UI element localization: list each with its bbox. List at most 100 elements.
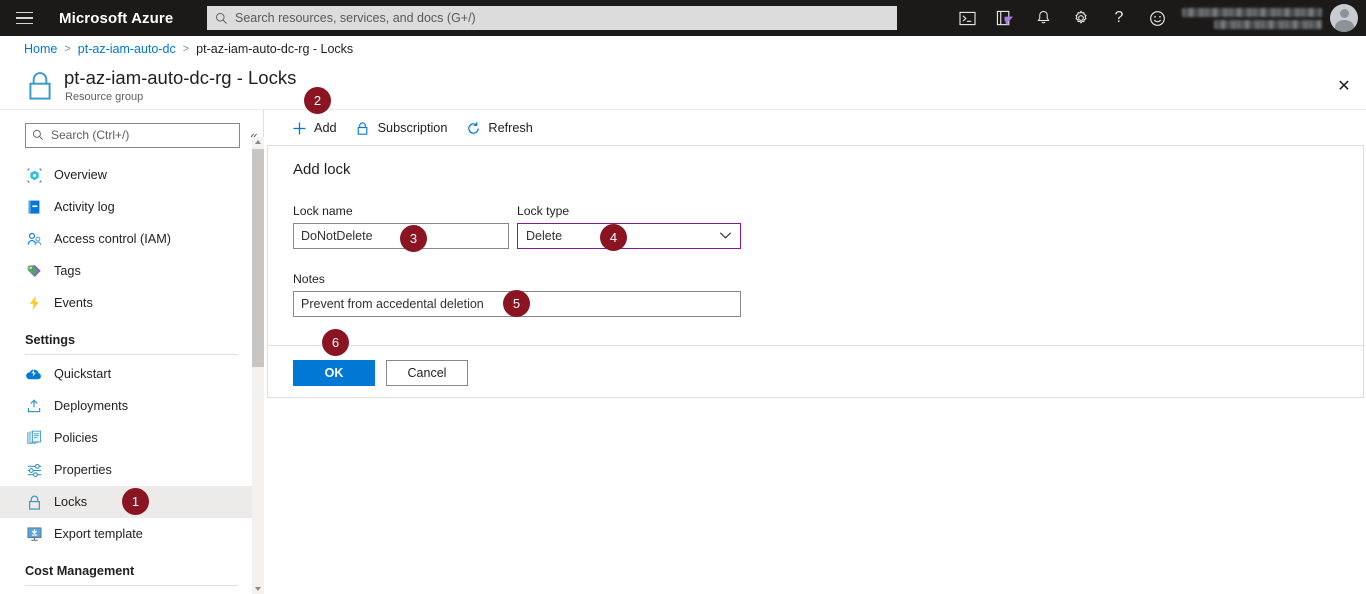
command-bar: Add Subscription Refresh xyxy=(264,110,1366,146)
breadcrumb-item-home[interactable]: Home xyxy=(24,42,57,56)
callout-badge-1: 1 xyxy=(122,488,149,515)
deployments-upload-icon xyxy=(25,397,43,415)
sidebar-item-label: Properties xyxy=(54,463,112,477)
sidebar-item-label: Access control (IAM) xyxy=(54,232,172,246)
sidebar-item-overview[interactable]: Overview xyxy=(0,159,252,191)
callout-badge-6: 6 xyxy=(322,329,349,356)
feedback-smiley-icon[interactable] xyxy=(1138,0,1176,36)
callout-badge-2: 2 xyxy=(304,87,331,114)
breadcrumb-separator: > xyxy=(182,42,190,55)
callout-badge-3: 3 xyxy=(400,225,427,252)
settings-gear-icon[interactable] xyxy=(1062,0,1100,36)
global-top-bar: Microsoft Azure Search resources, servic… xyxy=(0,0,1366,36)
tags-icon xyxy=(25,262,43,280)
sidebar-item-deployments[interactable]: Deployments xyxy=(0,390,252,422)
sidebar-search-input[interactable]: Search (Ctrl+/) xyxy=(25,122,240,148)
cancel-button[interactable]: Cancel xyxy=(386,360,468,386)
properties-sliders-icon xyxy=(25,461,43,479)
refresh-button-label: Refresh xyxy=(488,121,533,135)
activity-log-icon xyxy=(25,198,43,216)
global-search-input[interactable]: Search resources, services, and docs (G+… xyxy=(207,6,897,30)
lock-type-field-group: Lock type Delete xyxy=(517,204,741,249)
sidebar-item-label: Activity log xyxy=(54,200,115,214)
sidebar-item-properties[interactable]: Properties xyxy=(0,454,252,486)
cloud-shell-icon[interactable] xyxy=(948,0,986,36)
sidebar-search-row: Search (Ctrl+/) « xyxy=(0,122,264,148)
account-org-line-2 xyxy=(1214,19,1322,29)
sidebar-scrollbar[interactable] xyxy=(252,137,264,594)
breadcrumb-item-current: pt-az-iam-auto-dc-rg - Locks xyxy=(196,41,354,56)
close-icon[interactable]: ✕ xyxy=(1328,70,1360,102)
breadcrumb-item-subscription[interactable]: pt-az-iam-auto-dc xyxy=(78,42,176,56)
lock-type-label: Lock type xyxy=(517,204,570,218)
quickstart-cloud-icon xyxy=(25,365,43,383)
resource-sidebar: Search (Ctrl+/) « Overview Activity log … xyxy=(0,110,264,594)
add-button[interactable]: Add xyxy=(291,113,337,143)
panel-divider xyxy=(268,345,1365,346)
scroll-down-arrow-icon[interactable] xyxy=(254,587,261,591)
subscription-button-label: Subscription xyxy=(377,121,448,135)
sidebar-item-label: Overview xyxy=(54,168,107,182)
avatar[interactable] xyxy=(1330,4,1358,32)
hamburger-icon[interactable] xyxy=(0,0,48,36)
lock-type-select[interactable]: Delete xyxy=(517,223,741,249)
sidebar-item-label: Deployments xyxy=(54,399,129,413)
page-header: pt-az-iam-auto-dc-rg - Locks Resource gr… xyxy=(0,61,1366,110)
sidebar-item-activity-log[interactable]: Activity log xyxy=(0,191,252,223)
sidebar-item-quickstart[interactable]: Quickstart xyxy=(0,358,252,390)
chevron-down-icon xyxy=(719,229,732,243)
search-icon xyxy=(32,129,44,141)
add-button-label: Add xyxy=(314,121,337,135)
ok-button[interactable]: OK xyxy=(293,360,375,386)
sidebar-group-settings: Settings xyxy=(25,333,76,347)
events-lightning-icon xyxy=(25,294,43,312)
account-name-redacted[interactable] xyxy=(1182,7,1322,29)
sidebar-item-policies[interactable]: Policies xyxy=(0,422,252,454)
sidebar-group-cost-management: Cost Management xyxy=(25,564,135,578)
help-question-icon[interactable]: ? xyxy=(1100,0,1138,36)
page-subtitle: Resource group xyxy=(65,91,144,103)
sidebar-search-placeholder: Search (Ctrl+/) xyxy=(51,128,130,142)
notes-label: Notes xyxy=(293,272,325,286)
callout-badge-5: 5 xyxy=(503,290,530,317)
global-search-placeholder: Search resources, services, and docs (G+… xyxy=(235,11,476,25)
lock-name-label: Lock name xyxy=(293,204,353,218)
notifications-bell-icon[interactable] xyxy=(1024,0,1062,36)
sidebar-nav-list: Overview Activity log Access control (IA… xyxy=(0,159,252,589)
add-lock-title: Add lock xyxy=(293,161,351,178)
sidebar-item-export-template[interactable]: Export template xyxy=(0,518,252,550)
sidebar-item-tags[interactable]: Tags xyxy=(0,255,252,287)
sidebar-divider xyxy=(25,585,238,586)
sidebar-divider xyxy=(25,354,238,355)
page-title: pt-az-iam-auto-dc-rg - Locks xyxy=(64,67,297,88)
lock-icon xyxy=(355,120,371,136)
scroll-up-arrow-icon[interactable] xyxy=(254,140,261,144)
panel-button-row: OK Cancel xyxy=(293,360,468,386)
lock-icon xyxy=(29,72,51,100)
sidebar-item-label: Locks xyxy=(54,495,88,509)
add-lock-panel: Add lock Lock name Lock type Delete Note… xyxy=(267,145,1365,398)
sidebar-item-label: Export template xyxy=(54,527,143,541)
locks-padlock-icon xyxy=(25,493,43,511)
refresh-button[interactable]: Refresh xyxy=(465,113,533,143)
plus-icon xyxy=(291,120,307,136)
top-bar-icon-group: ? xyxy=(948,0,1366,36)
overview-cube-icon xyxy=(25,166,43,184)
access-control-people-icon xyxy=(25,230,43,248)
scrollbar-thumb[interactable] xyxy=(252,149,264,367)
sidebar-item-label: Events xyxy=(54,296,93,310)
account-name-line-1 xyxy=(1182,7,1322,17)
directory-filter-icon[interactable] xyxy=(986,0,1024,36)
sidebar-item-events[interactable]: Events xyxy=(0,287,252,319)
sidebar-item-label: Quickstart xyxy=(54,367,112,381)
policies-documents-icon xyxy=(25,429,43,447)
sidebar-item-access-control[interactable]: Access control (IAM) xyxy=(0,223,252,255)
lock-type-selected-value: Delete xyxy=(526,229,563,243)
azure-brand-label[interactable]: Microsoft Azure xyxy=(59,10,173,27)
search-icon xyxy=(216,12,227,24)
sidebar-item-label: Tags xyxy=(54,264,81,278)
breadcrumb-separator: > xyxy=(64,42,71,55)
export-template-icon xyxy=(25,525,43,543)
sidebar-item-label: Policies xyxy=(54,431,98,445)
subscription-button[interactable]: Subscription xyxy=(355,113,448,143)
